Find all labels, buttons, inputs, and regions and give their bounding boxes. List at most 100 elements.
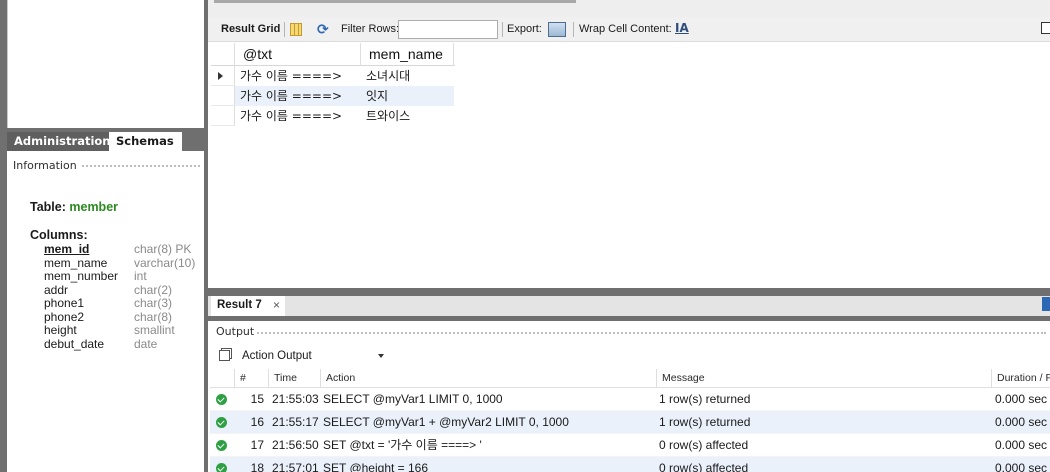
column-name: debut_date [44, 336, 105, 351]
information-header: Information [7, 156, 204, 174]
column-type: date [134, 336, 158, 351]
cell-mem-name[interactable]: 트와이스 [361, 106, 454, 126]
table-name: member [69, 200, 119, 214]
grid-corner[interactable] [211, 43, 235, 66]
entry-duration: 0.000 sec [995, 438, 1048, 452]
success-check-icon [216, 394, 227, 405]
column-name: phone1 [44, 296, 85, 310]
column-header-mem-name[interactable]: mem_name [361, 43, 454, 66]
sidebar-tabs: Administration Schemas [7, 128, 204, 151]
panel-toggle-checkbox[interactable] [1041, 22, 1050, 34]
output-row[interactable]: 18 21:57:01 SET @height = 166 0 row(s) affe… [210, 457, 1050, 472]
output-row[interactable]: 15 21:55:03 SELECT @myVar1 LIMIT 0, 1000 1 … [210, 388, 1050, 411]
result-grid: @txt mem_name 가수 이름 ====> 소녀시대 가수 이름 ====>… [211, 43, 455, 126]
entry-message: 1 row(s) returned [659, 392, 751, 406]
panel-edge-icon[interactable] [1042, 297, 1050, 311]
cell-mem-name[interactable]: 잇지 [361, 86, 454, 106]
horizontal-scrollbar[interactable] [214, 0, 576, 3]
column-type: char(8) [134, 309, 173, 324]
grid-header: @txt mem_name [211, 43, 455, 66]
entry-number: 18 [250, 461, 264, 472]
entry-message: 0 row(s) affected [659, 438, 749, 452]
status-cell [210, 434, 234, 457]
column-name: mem_number [44, 269, 119, 283]
output-table-header: # Time Action Message Duration / Fetch [210, 369, 1050, 388]
row-selector[interactable] [211, 106, 235, 126]
tab-result-7[interactable]: Result 7 × [211, 296, 285, 316]
entry-time: 21:56:50 [272, 438, 319, 452]
table-info: Table: member [30, 200, 118, 214]
column-name: mem_id [44, 242, 90, 256]
filter-rows-input[interactable] [398, 20, 498, 39]
column-header-time[interactable]: Time [268, 369, 320, 388]
output-title: Output [216, 325, 258, 338]
column-type: char(2) [134, 282, 173, 297]
copy-icon[interactable] [219, 350, 230, 361]
result-grid-button[interactable]: Result Grid [221, 23, 280, 35]
column-item[interactable]: mem_id char(8) PK [44, 242, 204, 256]
column-name: mem_name [44, 255, 108, 270]
output-table-body: 15 21:55:03 SELECT @myVar1 LIMIT 0, 1000 1 … [210, 388, 1050, 472]
entry-number: 17 [250, 438, 264, 452]
cell-txt[interactable]: 가수 이름 ====> [235, 66, 361, 86]
editor-bottom-strip [208, 0, 1050, 17]
table-row[interactable]: 가수 이름 ====> 트와이스 [211, 106, 455, 126]
entry-time: 21:55:03 [272, 392, 319, 406]
table-row[interactable]: 가수 이름 ====> 소녀시대 [211, 66, 455, 86]
column-header-message[interactable]: Message [656, 369, 991, 388]
cell-txt[interactable]: 가수 이름 ====> [235, 106, 361, 126]
navigator-area [7, 0, 204, 128]
export-label: Export: [507, 23, 542, 35]
chevron-down-icon[interactable] [378, 354, 384, 358]
column-item[interactable]: phone1 char(3) [44, 296, 204, 310]
entry-message: 0 row(s) affected [659, 461, 749, 472]
tab-administration[interactable]: Administration [7, 132, 118, 151]
entry-number: 16 [250, 415, 264, 429]
column-header-action[interactable]: Action [320, 369, 657, 388]
header-dotted-rule [77, 165, 200, 167]
column-type: char(3) [134, 296, 173, 310]
entry-message: 1 row(s) returned [659, 415, 751, 429]
entry-duration: 0.000 sec / 0.000 sec [995, 392, 1048, 406]
output-type-select[interactable]: Action Output [238, 347, 388, 366]
success-check-icon [216, 440, 227, 451]
column-header-duration[interactable]: Duration / Fetch [991, 369, 1050, 388]
panel-splitter[interactable] [208, 288, 1050, 296]
column-header-number[interactable]: # [234, 369, 272, 388]
column-item[interactable]: mem_name varchar(10) [44, 256, 204, 270]
column-item[interactable]: phone2 char(8) [44, 310, 204, 324]
tab-schemas[interactable]: Schemas [109, 132, 182, 151]
wrap-cell-icon[interactable]: IA [675, 21, 689, 35]
column-item[interactable]: height smallint [44, 323, 204, 337]
cell-mem-name[interactable]: 소녀시대 [361, 66, 454, 86]
columns-heading: Columns: [30, 228, 88, 242]
column-item[interactable]: mem_number int [44, 269, 204, 283]
entry-action: SET @txt = '가수 이름 ====> ' [323, 438, 482, 452]
success-check-icon [216, 417, 227, 428]
information-title: Information [13, 159, 80, 172]
column-name: height [44, 323, 77, 337]
output-row[interactable]: 17 21:56:50 SET @txt = '가수 이름 ====> ' 0 row… [210, 434, 1050, 457]
output-toolbar: Action Output [210, 343, 1050, 369]
refresh-icon[interactable]: ⟳ [317, 22, 329, 38]
table-row[interactable]: 가수 이름 ====> 잇지 [211, 86, 455, 106]
column-item[interactable]: debut_date date [44, 337, 204, 351]
column-type: varchar(10) [134, 255, 196, 270]
column-header-txt[interactable]: @txt [235, 43, 361, 66]
current-row-arrow-icon [218, 72, 223, 80]
table-label: Table: [30, 200, 66, 214]
success-check-icon [216, 463, 227, 472]
cell-txt[interactable]: 가수 이름 ====> [235, 86, 361, 106]
left-sidebar: Administration Schemas Information Table… [0, 0, 208, 472]
export-icon[interactable] [548, 22, 566, 37]
row-selector[interactable] [211, 66, 235, 86]
column-item[interactable]: addr char(2) [44, 283, 204, 297]
output-row[interactable]: 16 21:55:17 SELECT @myVar1 + @myVar2 LIMIT… [210, 411, 1050, 434]
entry-action: SELECT @myVar1 LIMIT 0, 1000 [323, 392, 503, 406]
close-icon[interactable]: × [273, 296, 280, 314]
column-type: char(8) PK [134, 242, 192, 256]
status-cell [210, 411, 234, 434]
row-selector[interactable] [211, 86, 235, 106]
toolbar-separator [284, 22, 285, 37]
grid-view-icon[interactable] [290, 23, 302, 36]
